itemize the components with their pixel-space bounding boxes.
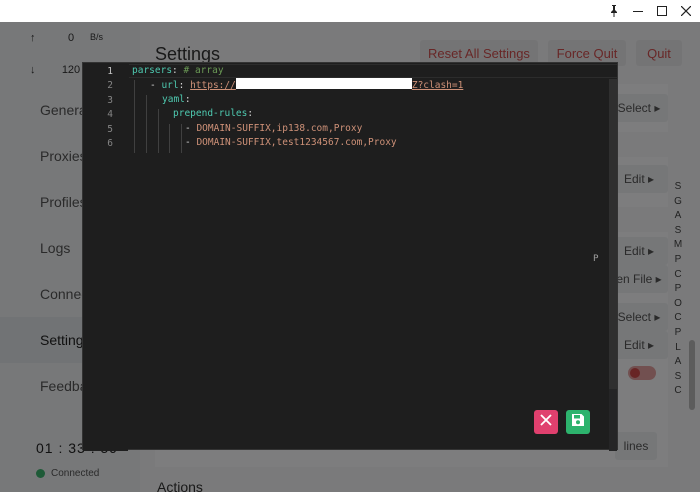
code-line-6[interactable]: - DOMAIN-SUFFIX,test1234567.com,Proxy	[185, 136, 397, 151]
save-button[interactable]	[566, 410, 590, 434]
yaml-dash: -	[150, 80, 162, 91]
close-icon	[540, 413, 552, 431]
yaml-value: DOMAIN-SUFFIX,ip138.com,Proxy	[196, 123, 363, 134]
indent-guide	[181, 124, 182, 153]
yaml-dash: -	[185, 137, 197, 148]
indent-guide	[158, 109, 159, 153]
yaml-editor-dialog[interactable]: 1 2 3 4 5 6 parsers: # array - url: http…	[82, 62, 618, 451]
yaml-separator: :	[184, 94, 191, 105]
line-number-gutter: 1 2 3 4 5 6	[83, 63, 128, 451]
subscription-url-start[interactable]: https://	[190, 80, 236, 91]
editor-marker: P	[593, 254, 599, 264]
line-number: 2	[107, 80, 113, 91]
save-icon	[571, 413, 585, 432]
code-line-4[interactable]: prepend-rules:	[173, 107, 253, 122]
maximize-icon[interactable]	[651, 2, 673, 20]
redacted-url-block	[235, 78, 412, 89]
pin-icon[interactable]	[603, 2, 625, 20]
yaml-separator: :	[172, 65, 184, 76]
code-line-2[interactable]: - url: https:// Z?clash=1	[150, 78, 463, 94]
close-icon[interactable]	[675, 2, 697, 20]
indent-guide	[169, 124, 170, 153]
cancel-button[interactable]	[534, 410, 558, 434]
code-line-3[interactable]: yaml:	[162, 93, 191, 108]
yaml-comment: # array	[183, 65, 224, 76]
editor-scrollbar-thumb[interactable]	[609, 79, 617, 389]
yaml-key: prepend-rules	[173, 108, 248, 119]
yaml-key: yaml	[162, 94, 185, 105]
minimize-icon[interactable]	[627, 2, 649, 20]
yaml-key: parsers	[132, 65, 173, 76]
line-number: 5	[107, 124, 113, 135]
yaml-value: DOMAIN-SUFFIX,test1234567.com,Proxy	[196, 137, 397, 148]
code-line-5[interactable]: - DOMAIN-SUFFIX,ip138.com,Proxy	[185, 122, 362, 137]
code-line-1[interactable]: parsers: # array	[132, 64, 224, 79]
line-number: 1	[107, 66, 113, 77]
line-number: 3	[107, 95, 113, 106]
indent-guide	[134, 80, 135, 153]
line-number: 6	[107, 138, 113, 149]
yaml-key: url	[161, 80, 179, 91]
line-number: 4	[107, 109, 113, 120]
subscription-url-end[interactable]: Z?clash=1	[412, 80, 463, 91]
yaml-dash: -	[185, 123, 197, 134]
indent-guide	[146, 95, 147, 153]
yaml-separator: :	[178, 80, 191, 91]
title-bar	[0, 0, 700, 22]
yaml-separator: :	[247, 108, 254, 119]
